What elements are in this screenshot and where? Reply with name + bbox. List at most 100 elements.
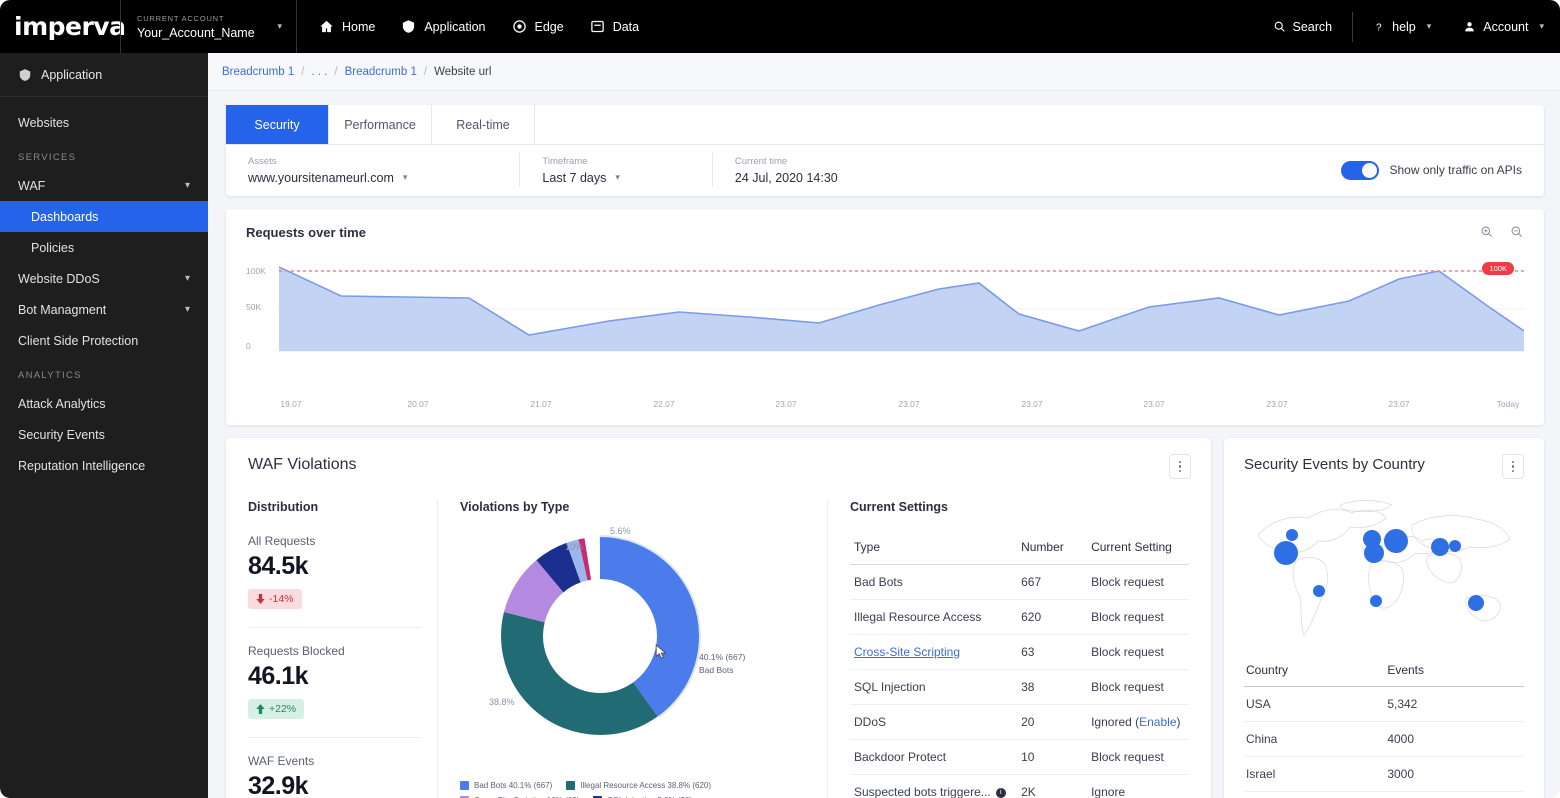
- current-account-selector[interactable]: CURRENT ACCOUNT Your_Account_Name ▾: [121, 0, 296, 53]
- breadcrumb-item-2[interactable]: Breadcrumb 1: [345, 66, 417, 78]
- nav-item-edge[interactable]: Edge: [512, 19, 564, 34]
- current-time-label: Current time: [735, 156, 838, 167]
- cell-events: 3000: [1347, 757, 1524, 792]
- tab-bar: Security Performance Real-time: [226, 105, 1544, 145]
- chart-zoom-controls: [1480, 225, 1524, 239]
- breadcrumb: Breadcrumb 1 / . . . / Breadcrumb 1 / We…: [208, 53, 1560, 91]
- tab-performance[interactable]: Performance: [329, 105, 432, 144]
- sidebar-item-policies[interactable]: Policies: [0, 232, 208, 263]
- timeframe-filter[interactable]: Timeframe Last 7 days ▾: [520, 145, 641, 195]
- account-menu[interactable]: Account ▾: [1447, 20, 1560, 34]
- x-tick-4: 23.07: [775, 399, 796, 409]
- app-frame: imperva CURRENT ACCOUNT Your_Account_Nam…: [0, 0, 1560, 798]
- cell-events: 100: [1347, 792, 1524, 798]
- y-tick-0: 0: [246, 341, 251, 351]
- cell-country: Others: [1244, 792, 1347, 798]
- current-settings-column: Current Settings Type Number Current Set…: [828, 500, 1189, 798]
- tab-label-performance: Performance: [344, 118, 416, 132]
- divider: [248, 627, 421, 628]
- sidebar-item-websites[interactable]: Websites: [0, 107, 208, 138]
- cell-number: 667: [1017, 565, 1087, 600]
- donut-chart: 5.6% 10% 38.8% 40.1% (667) Bad Bots: [460, 534, 760, 764]
- zoom-out-icon[interactable]: [1510, 225, 1524, 239]
- distribution-column: Distribution All Requests 84.5k -14% Req…: [248, 500, 438, 798]
- nav-label-edge: Edge: [535, 20, 564, 34]
- help-label: help: [1392, 20, 1416, 34]
- legend-swatch-bad-bots: [460, 781, 469, 790]
- main-content: Breadcrumb 1 / . . . / Breadcrumb 1 / We…: [208, 53, 1560, 798]
- cell-type: Bad Bots: [850, 565, 1017, 600]
- imperva-logo[interactable]: imperva: [0, 12, 120, 41]
- sidebar-item-dashboards[interactable]: Dashboards: [0, 201, 208, 232]
- timeframe-value-row: Last 7 days ▾: [542, 171, 619, 185]
- waf-violations-menu-button[interactable]: [1169, 454, 1191, 479]
- nav-item-data[interactable]: Data: [590, 19, 639, 34]
- metric-value-all-requests: 84.5k: [248, 552, 421, 581]
- area-chart-svg: [279, 259, 1524, 377]
- sidebar-item-security-events[interactable]: Security Events: [0, 419, 208, 450]
- cell-number: 10: [1017, 740, 1087, 775]
- search-button[interactable]: Search: [1257, 20, 1349, 34]
- sidebar-item-reputation-intelligence[interactable]: Reputation Intelligence: [0, 450, 208, 481]
- sidebar-item-client-side-protection[interactable]: Client Side Protection: [0, 325, 208, 356]
- nav-item-home[interactable]: Home: [319, 19, 375, 34]
- sidebar-label-policies: Policies: [31, 241, 74, 255]
- enable-link[interactable]: Enable: [1139, 715, 1176, 729]
- nav-item-application[interactable]: Application: [401, 19, 485, 34]
- world-map-svg: [1244, 491, 1524, 643]
- breadcrumb-item-1[interactable]: Breadcrumb 1: [222, 66, 294, 78]
- sidebar-item-bot-managment[interactable]: Bot Managment ▾: [0, 294, 208, 325]
- col-header-number: Number: [1017, 534, 1087, 565]
- world-map: [1244, 491, 1524, 643]
- cell-number: 20: [1017, 705, 1087, 740]
- home-icon: [319, 19, 334, 34]
- donut-legend: Bad Bots 40.1% (667) Illegal Resource Ac…: [460, 781, 820, 798]
- country-events-table: Country Events USA 5,342 China 4000 Isra…: [1244, 657, 1524, 798]
- cell-setting: Block request: [1087, 740, 1189, 775]
- cross-site-scripting-link[interactable]: Cross-Site Scripting: [854, 645, 960, 659]
- cell-country: USA: [1244, 687, 1347, 722]
- breadcrumb-ellipsis[interactable]: . . .: [311, 66, 327, 78]
- country-card-menu-button[interactable]: [1502, 454, 1524, 479]
- x-tick-today: Today: [1497, 399, 1520, 409]
- data-icon: [590, 19, 605, 34]
- requests-over-time-card: Requests over time 100K 50K 0: [226, 209, 1544, 425]
- sidebar-item-waf[interactable]: WAF ▾: [0, 170, 208, 201]
- map-dot-africa: [1370, 595, 1382, 607]
- zoom-in-icon[interactable]: [1480, 225, 1494, 239]
- info-icon[interactable]: i: [996, 788, 1006, 798]
- cell-type: Suspected bots triggere...i: [850, 775, 1017, 798]
- metric-all-requests: All Requests 84.5k -14%: [248, 534, 421, 609]
- x-tick-3: 22.07: [653, 399, 674, 409]
- sidebar-label-bot-managment: Bot Managment: [18, 303, 106, 317]
- x-tick-5: 23.07: [898, 399, 919, 409]
- tab-real-time[interactable]: Real-time: [432, 105, 535, 144]
- assets-filter[interactable]: Assets www.yoursitenameurl.com ▾: [226, 145, 429, 195]
- api-traffic-toggle[interactable]: [1341, 161, 1379, 180]
- cell-type: Backdoor Protect: [850, 740, 1017, 775]
- chevron-down-icon: ▾: [615, 172, 620, 183]
- help-menu[interactable]: ? help ▾: [1357, 20, 1447, 34]
- col-header-events: Events: [1347, 657, 1524, 687]
- table-row: Suspected bots triggere...i 2K Ignore: [850, 775, 1189, 798]
- cell-number: 620: [1017, 600, 1087, 635]
- sidebar-label-attack-analytics: Attack Analytics: [18, 397, 106, 411]
- sidebar-item-attack-analytics[interactable]: Attack Analytics: [0, 388, 208, 419]
- metric-requests-blocked: Requests Blocked 46.1k +22%: [248, 644, 421, 719]
- metric-value-waf-events: 32.9k: [248, 772, 421, 798]
- tab-security[interactable]: Security: [226, 105, 329, 144]
- search-label: Search: [1293, 20, 1333, 34]
- sidebar-item-website-ddos[interactable]: Website DDoS ▾: [0, 263, 208, 294]
- metric-waf-events: WAF Events 32.9k -20%: [248, 754, 421, 798]
- table-row: Illegal Resource Access 620 Block reques…: [850, 600, 1189, 635]
- user-icon: [1463, 20, 1476, 33]
- current-settings-table: Type Number Current Setting Bad Bots 667…: [850, 534, 1189, 798]
- sidebar-label-waf: WAF: [18, 179, 45, 193]
- cell-setting: Block request: [1087, 600, 1189, 635]
- svg-text:?: ?: [1376, 22, 1382, 33]
- assets-value-row: www.yoursitenameurl.com ▾: [248, 171, 407, 185]
- requests-over-time-title: Requests over time: [246, 225, 1524, 240]
- arrow-up-icon: [256, 704, 265, 714]
- chevron-down-icon: ▾: [403, 172, 408, 183]
- sidebar-label-security-events: Security Events: [18, 428, 105, 442]
